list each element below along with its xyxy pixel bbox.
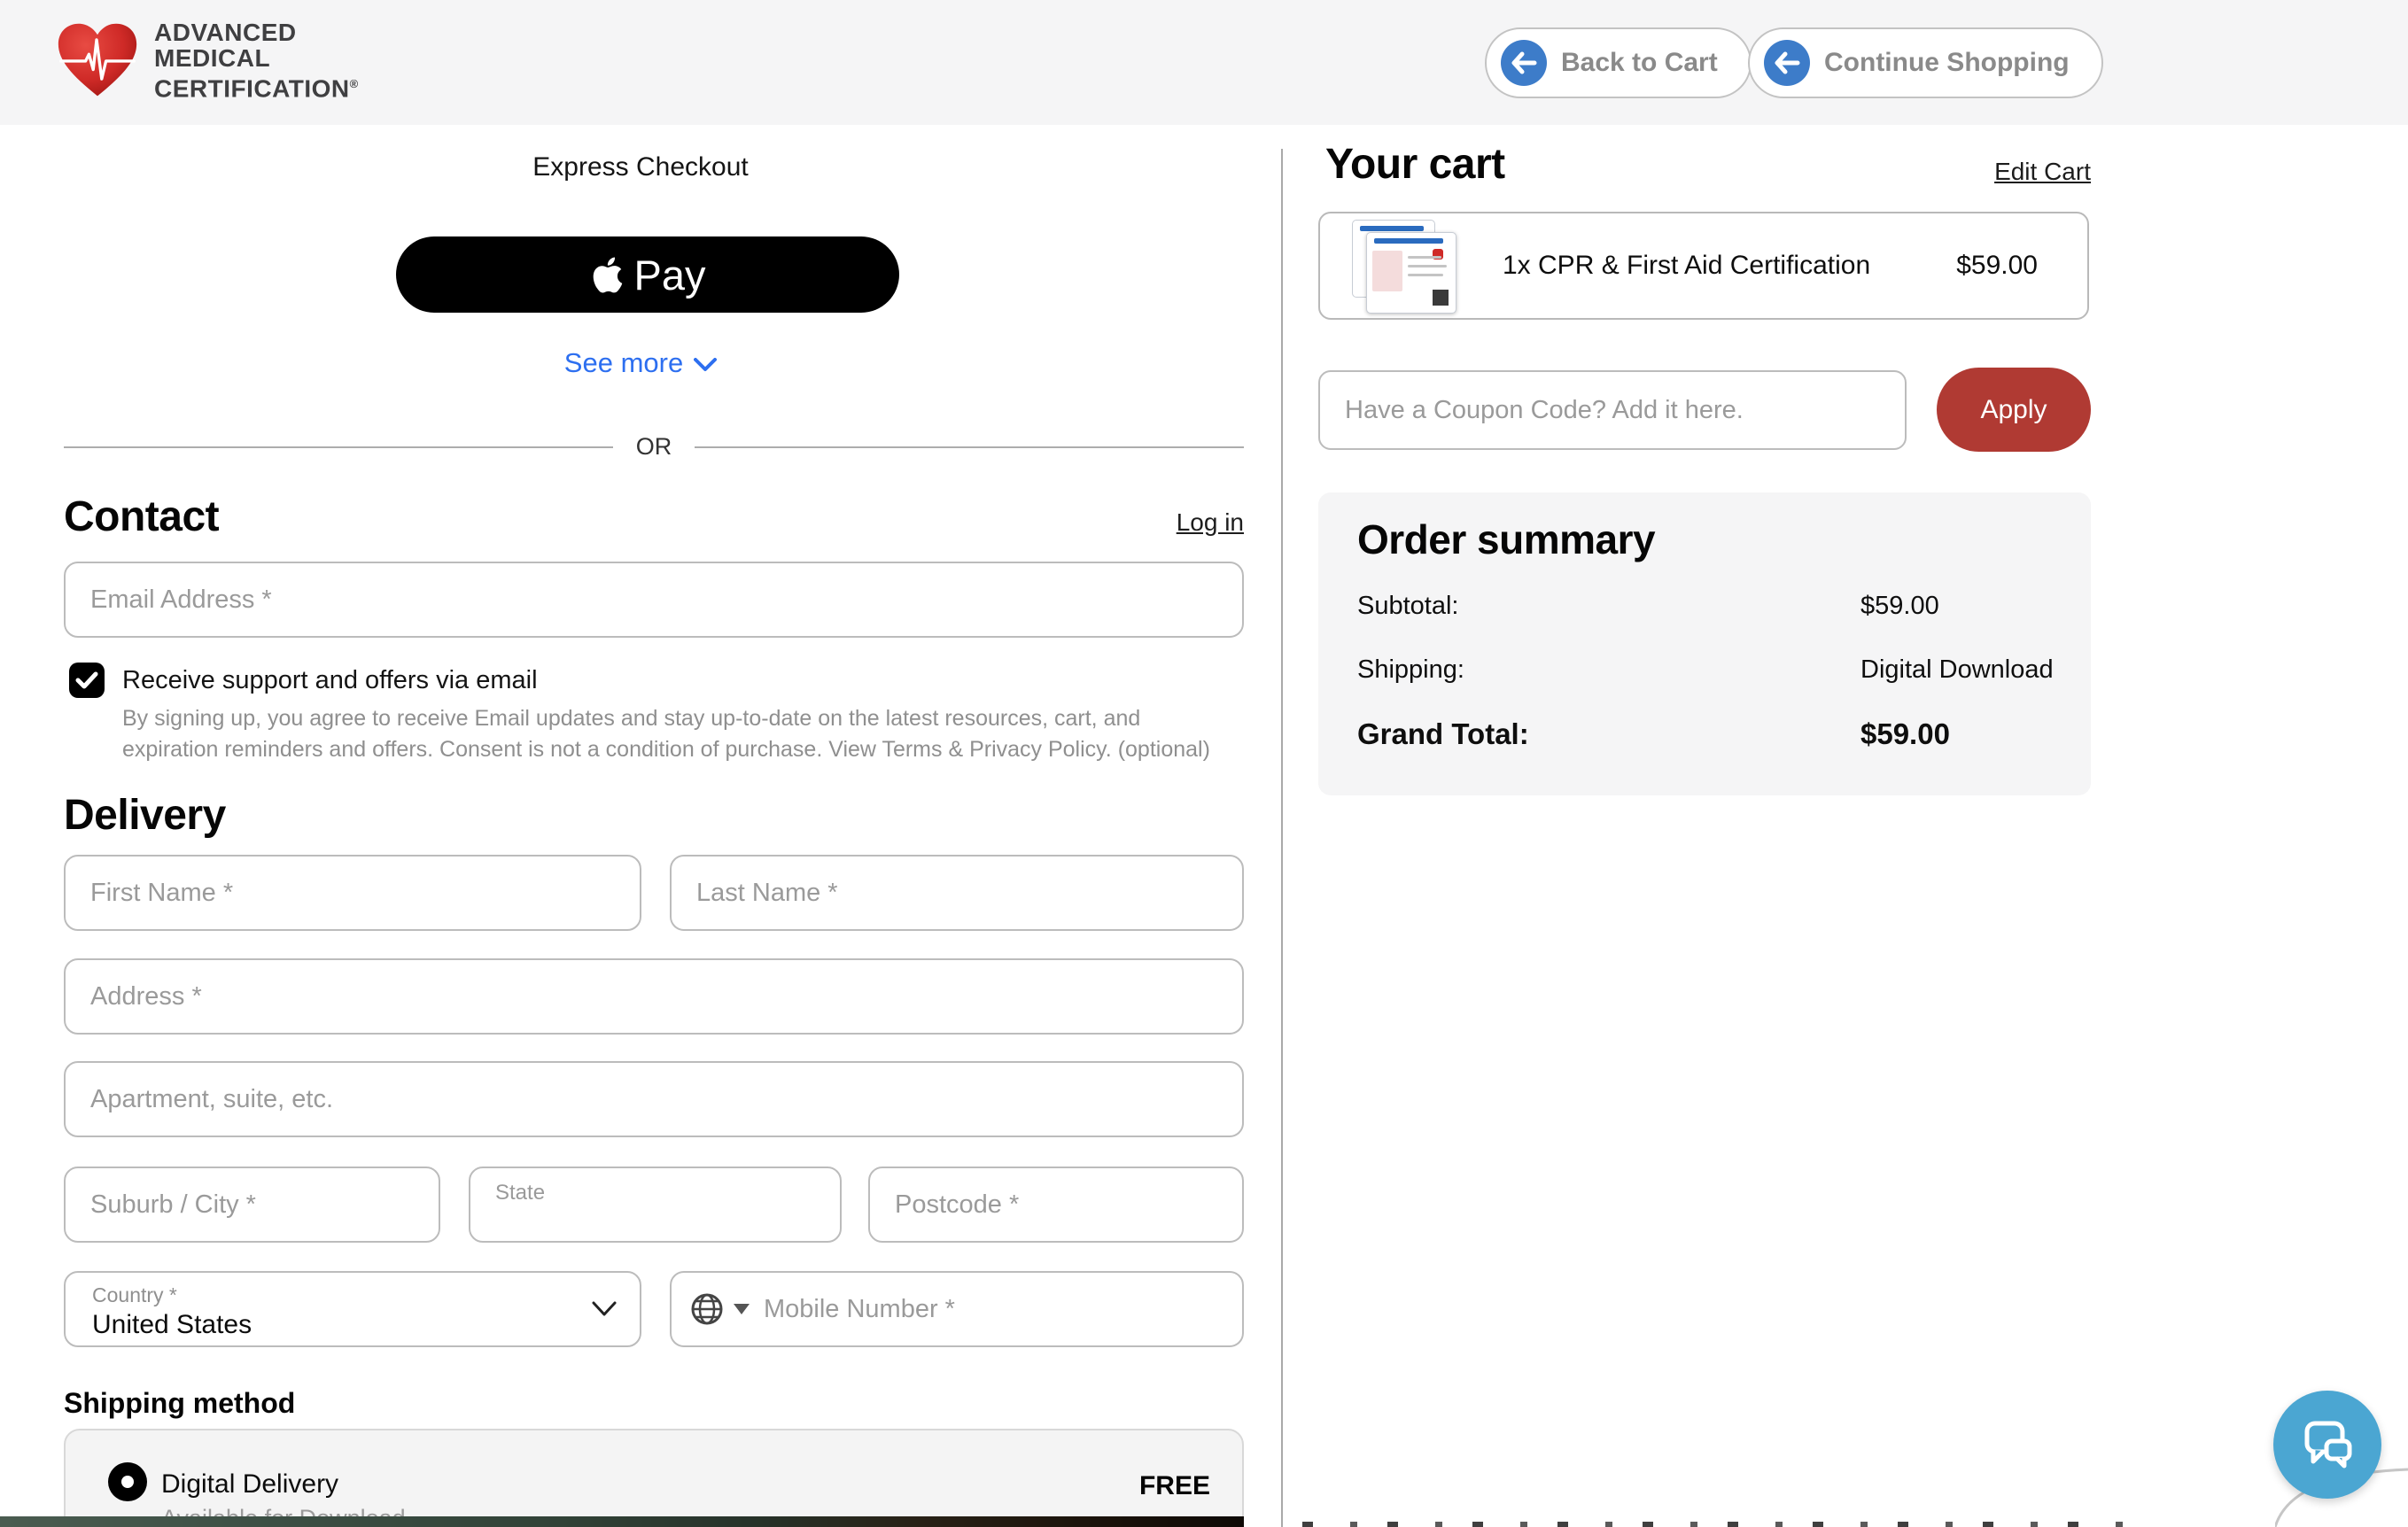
apartment-input[interactable] — [64, 1061, 1244, 1137]
chevron-down-icon — [694, 358, 717, 372]
radio-selected-icon[interactable] — [108, 1462, 147, 1501]
shipping-label: Shipping: — [1357, 655, 1464, 685]
apple-pay-label: Pay — [634, 251, 706, 299]
or-label: OR — [636, 433, 672, 461]
checkout-page: ADVANCED MEDICAL CERTIFICATION® Back to … — [0, 0, 2408, 1527]
chevron-down-icon — [592, 1301, 617, 1317]
cart-item-label: 1x CPR & First Aid Certification — [1503, 251, 1870, 281]
brand-line-2: MEDICAL — [154, 45, 359, 71]
cutoff-content-strip — [1302, 1522, 2144, 1527]
apple-icon — [590, 254, 625, 296]
card-text-line — [1408, 274, 1443, 276]
header-bar: ADVANCED MEDICAL CERTIFICATION® Back to … — [0, 0, 2408, 125]
mobile-number-field[interactable] — [670, 1271, 1244, 1347]
card-text-line — [1408, 256, 1441, 259]
last-name-input[interactable] — [670, 855, 1244, 931]
shipping-option-label: Digital Delivery — [161, 1469, 338, 1500]
first-name-input[interactable] — [64, 855, 641, 931]
state-label: State — [495, 1181, 545, 1205]
brand-name: ADVANCED MEDICAL CERTIFICATION® — [154, 19, 359, 101]
continue-shopping-label: Continue Shopping — [1824, 48, 2070, 78]
state-field[interactable]: State — [469, 1167, 842, 1243]
order-summary-heading: Order summary — [1357, 515, 1655, 563]
subtotal-value: $59.00 — [1860, 592, 1939, 621]
apply-coupon-button[interactable]: Apply — [1937, 368, 2091, 452]
postcode-input[interactable] — [868, 1167, 1244, 1243]
card-text-line — [1408, 265, 1447, 267]
delivery-heading: Delivery — [64, 791, 226, 840]
grand-total-label: Grand Total: — [1357, 717, 1529, 751]
chat-widget-button[interactable] — [2273, 1391, 2381, 1499]
card-pink-panel — [1372, 251, 1402, 291]
card-qr-code — [1433, 290, 1449, 306]
state-input[interactable] — [492, 1207, 826, 1234]
card-title-bar — [1374, 238, 1443, 244]
country-label: Country * — [92, 1283, 177, 1307]
dropdown-caret-icon[interactable] — [734, 1304, 750, 1314]
log-in-link[interactable]: Log in — [64, 508, 1244, 537]
coupon-code-input[interactable] — [1318, 370, 1907, 450]
registered-mark: ® — [350, 77, 359, 90]
shipping-method-heading: Shipping method — [64, 1387, 295, 1420]
brand-logo: ADVANCED MEDICAL CERTIFICATION® — [55, 19, 359, 101]
back-arrow-icon — [1764, 40, 1810, 86]
order-summary-panel: Order summary Subtotal: $59.00 Shipping:… — [1318, 492, 2091, 795]
edit-cart-link[interactable]: Edit Cart — [1325, 158, 2091, 186]
column-divider — [1281, 149, 1283, 1527]
shipping-option-price: FREE — [1139, 1471, 1210, 1501]
address-input[interactable] — [64, 958, 1244, 1035]
certificate-card-front — [1366, 232, 1456, 314]
brand-line-1: ADVANCED — [154, 19, 359, 45]
shipping-value: Digital Download — [1860, 655, 2054, 685]
or-divider: OR — [64, 433, 1244, 461]
subtotal-label: Subtotal: — [1357, 592, 1458, 621]
continue-shopping-button[interactable]: Continue Shopping — [1748, 27, 2103, 98]
product-thumbnail — [1345, 220, 1449, 312]
shipping-option-digital-delivery[interactable]: Digital Delivery Available for Download … — [64, 1429, 1244, 1527]
email-optin-checkbox[interactable] — [69, 663, 105, 698]
back-to-cart-button[interactable]: Back to Cart — [1485, 27, 1752, 98]
apple-pay-button[interactable]: Pay — [396, 236, 899, 313]
see-more-link[interactable]: See more — [0, 347, 1281, 379]
email-optin-label: Receive support and offers via email — [122, 666, 538, 695]
grand-total-value: $59.00 — [1860, 717, 1950, 751]
card-title-bar — [1360, 226, 1424, 231]
express-checkout-title: Express Checkout — [0, 152, 1281, 182]
heart-ekg-icon — [55, 19, 140, 101]
check-icon — [75, 670, 98, 690]
chat-icon — [2300, 1420, 2355, 1469]
suburb-city-input[interactable] — [64, 1167, 440, 1243]
globe-icon — [689, 1291, 725, 1327]
cart-item-price: $59.00 — [1956, 251, 2038, 281]
back-arrow-icon — [1501, 40, 1547, 86]
email-optin-fine-print: By signing up, you agree to receive Emai… — [122, 703, 1214, 765]
cart-item-row: 1x CPR & First Aid Certification $59.00 — [1318, 212, 2089, 320]
below-fold-image-strip — [0, 1516, 1244, 1527]
email-input[interactable] — [64, 562, 1244, 638]
country-value: United States — [92, 1310, 252, 1340]
brand-line-3: CERTIFICATION® — [154, 71, 359, 101]
country-select[interactable]: Country * United States — [64, 1271, 641, 1347]
divider-line — [695, 446, 1244, 448]
divider-line — [64, 446, 613, 448]
mobile-number-input[interactable] — [762, 1294, 1224, 1325]
back-to-cart-label: Back to Cart — [1561, 48, 1718, 78]
